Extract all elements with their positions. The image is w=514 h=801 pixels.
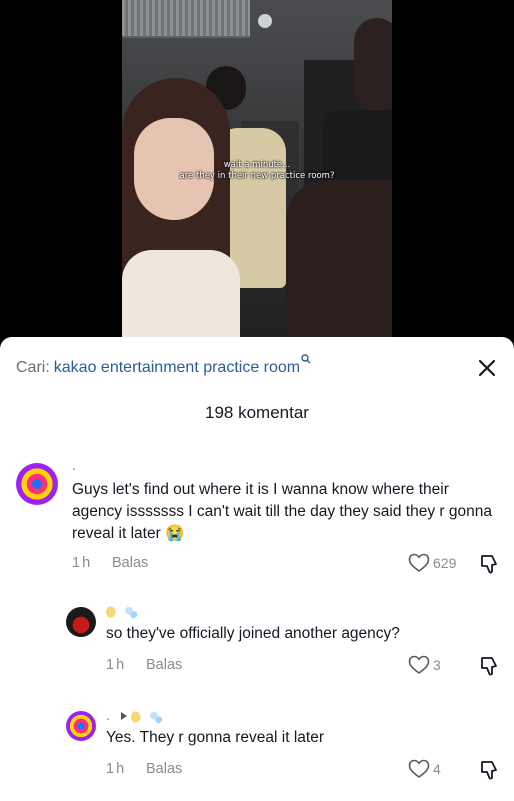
comment-text: Guys let's find out where it is I wanna … <box>72 481 492 542</box>
dislike-icon[interactable] <box>478 553 500 575</box>
like-count: 3 <box>433 657 441 673</box>
comment-username[interactable] <box>106 603 138 619</box>
avatar[interactable] <box>66 607 96 637</box>
reply-button[interactable]: Balas <box>112 555 148 571</box>
like-button[interactable]: 4 <box>408 759 441 779</box>
comment-item: . Guys let's find out where it is I wann… <box>0 455 514 585</box>
ceiling-vent <box>122 0 250 38</box>
search-icon[interactable] <box>301 351 311 364</box>
like-button[interactable]: 3 <box>408 655 441 675</box>
bubbles-emoji-icon <box>148 709 163 724</box>
video-caption: wait a minute... are they in their new p… <box>122 160 392 182</box>
close-icon[interactable] <box>474 355 500 381</box>
comment-sheet: Cari: kakao entertainment practice room … <box>0 337 514 801</box>
moon-emoji-icon <box>106 604 120 619</box>
caption-line: are they in their new practice room? <box>179 171 335 181</box>
comment-text: so they've officially joined another age… <box>106 625 400 642</box>
dislike-icon[interactable] <box>478 759 500 781</box>
comment-meta: 1h Balas <box>106 761 182 777</box>
person-figure <box>286 180 392 345</box>
like-count: 629 <box>433 555 457 571</box>
caption-line: wait a minute... <box>223 160 291 170</box>
username-text: . <box>106 707 110 723</box>
avatar[interactable] <box>66 711 96 741</box>
reply-item: . Yes. They r gonna reveal it later 1h B… <box>0 703 514 793</box>
dislike-icon[interactable] <box>478 655 500 677</box>
comment-time: 1h <box>106 761 127 777</box>
comment-username[interactable]: . <box>106 707 163 724</box>
ceiling-light <box>258 14 272 28</box>
comment-username[interactable]: . <box>72 457 76 473</box>
related-search[interactable]: Cari: kakao entertainment practice room <box>16 354 311 381</box>
bubbles-emoji-icon <box>123 604 138 619</box>
heart-icon <box>408 553 430 572</box>
comment-meta: 1h Balas <box>72 555 148 571</box>
video-player[interactable]: wait a minute... are they in their new p… <box>0 0 514 345</box>
comment-time: 1h <box>106 657 127 673</box>
username-text: . <box>72 457 76 473</box>
play-arrow-icon <box>120 712 127 720</box>
person-figure <box>354 18 392 114</box>
search-prefix: Cari: <box>16 359 50 376</box>
comment-time: 1h <box>72 555 93 571</box>
reply-button[interactable]: Balas <box>146 761 182 777</box>
heart-icon <box>408 759 430 778</box>
search-query-link[interactable]: kakao entertainment practice room <box>54 359 300 377</box>
reply-button[interactable]: Balas <box>146 657 182 673</box>
comment-text: Yes. They r gonna reveal it later <box>106 729 324 746</box>
moon-emoji-icon <box>131 709 146 724</box>
heart-icon <box>408 655 430 674</box>
avatar[interactable] <box>16 463 58 505</box>
like-count: 4 <box>433 761 441 777</box>
comment-count: 198 komentar <box>205 403 309 422</box>
person-figure <box>122 250 240 345</box>
comment-meta: 1h Balas <box>106 657 182 673</box>
reply-item: so they've officially joined another age… <box>0 599 514 689</box>
like-button[interactable]: 629 <box>408 553 456 573</box>
